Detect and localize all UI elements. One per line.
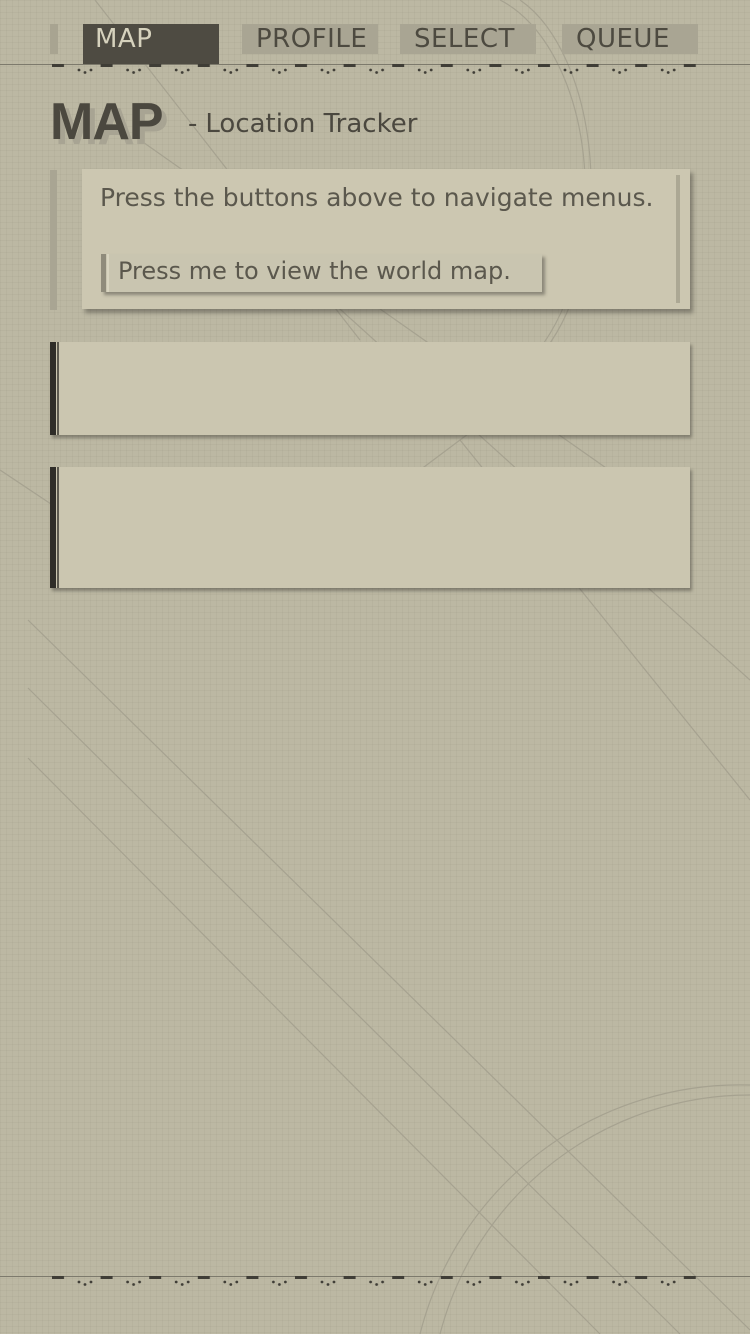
button-edge-highlight	[107, 254, 109, 292]
info-card-scrollbar[interactable]	[676, 175, 680, 303]
content-panel-1	[50, 342, 690, 435]
content-panel-2	[50, 467, 690, 588]
page-subtitle: - Location Tracker	[188, 106, 417, 142]
info-card: Press the buttons above to navigate menu…	[82, 169, 690, 309]
tab-select[interactable]: SELECT	[400, 24, 536, 54]
info-card-text: Press the buttons above to navigate menu…	[100, 183, 654, 212]
panel-marker-bar	[50, 342, 56, 435]
top-dot-pattern	[52, 62, 708, 74]
tab-profile[interactable]: PROFILE	[242, 24, 378, 54]
tab-map[interactable]: MAP	[83, 24, 219, 64]
nav-stub-marker	[50, 24, 58, 54]
world-map-button-label: Press me to view the world map.	[118, 257, 511, 285]
info-card-marker	[50, 170, 57, 310]
subtitle-text: Location Tracker	[205, 109, 418, 139]
page-title: MAP	[50, 93, 164, 151]
bottom-dot-pattern	[52, 1274, 708, 1286]
world-map-button[interactable]: Press me to view the world map.	[101, 254, 542, 292]
panel-marker-bar	[50, 467, 56, 588]
tab-queue[interactable]: QUEUE	[562, 24, 698, 54]
panel-marker-line	[57, 342, 59, 435]
subtitle-dash: -	[188, 109, 198, 139]
panel-marker-line	[57, 467, 59, 588]
